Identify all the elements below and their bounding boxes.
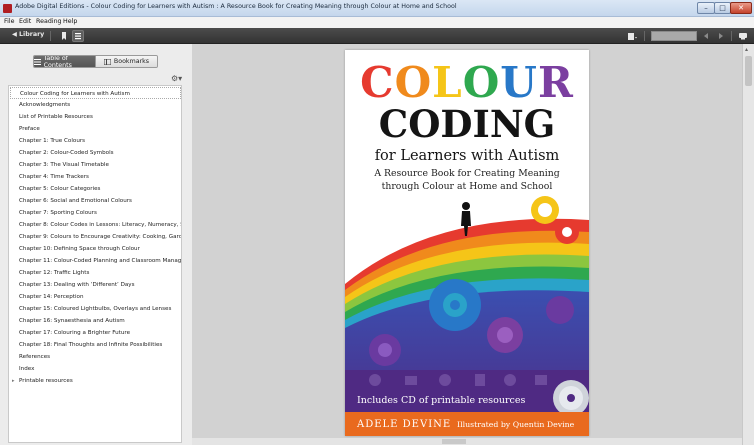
toc-toggle-button[interactable] xyxy=(72,30,84,42)
scroll-up-icon[interactable]: ▴ xyxy=(745,46,748,53)
book-cover[interactable]: COLOUR CODING for Learners with Autism A… xyxy=(345,50,589,436)
list-icon xyxy=(75,33,81,40)
view-mode-button[interactable] xyxy=(737,30,749,42)
toc-item[interactable]: Colour Coding for Learners with Autism xyxy=(10,87,181,99)
cover-description-line: A Resource Book for Creating Meaning xyxy=(374,168,560,179)
cover-title-letter: O xyxy=(462,58,501,107)
next-page-button[interactable] xyxy=(715,30,727,42)
toc-item[interactable]: Chapter 15: Coloured Lightbulbs, Overlay… xyxy=(19,303,171,315)
cover-title-coding: CODING xyxy=(378,102,556,146)
cover-cd-note: Includes CD of printable resources xyxy=(357,395,526,406)
toc-item[interactable]: Chapter 10: Defining Space through Colou… xyxy=(19,243,140,255)
toolbar-divider xyxy=(731,31,732,41)
cover-title-letter: C xyxy=(360,58,395,107)
minimize-button[interactable]: – xyxy=(697,2,715,14)
toc-item[interactable]: Chapter 16: Synaesthesia and Autism xyxy=(19,315,125,327)
cover-description-line: through Colour at Home and School xyxy=(381,181,553,192)
vertical-scrollbar[interactable]: ▴ xyxy=(742,44,754,445)
toc-item[interactable]: Chapter 11: Colour-Coded Planning and Cl… xyxy=(19,255,181,267)
toc-item[interactable]: Printable resources xyxy=(19,375,73,387)
cover-illustrator: Illustrated by Quentin Devine xyxy=(457,420,575,429)
toc-item[interactable]: Chapter 13: Dealing with ‘Different’ Day… xyxy=(19,279,135,291)
view-mode-icon xyxy=(739,33,747,40)
window-title: Adobe Digital Editions - Colour Coding f… xyxy=(15,3,457,10)
toc-item[interactable]: Chapter 6: Social and Emotional Colours xyxy=(19,195,132,207)
toc-item[interactable]: Chapter 12: Traffic Lights xyxy=(19,267,89,279)
toc-item[interactable]: Chapter 9: Colours to Encourage Creativi… xyxy=(19,231,181,243)
cover-subtitle: for Learners with Autism xyxy=(374,148,560,164)
toc-item[interactable]: Chapter 17: Colouring a Brighter Future xyxy=(19,327,130,339)
scrollbar-thumb[interactable] xyxy=(745,56,752,86)
toc-item[interactable]: Chapter 3: The Visual Timetable xyxy=(19,159,109,171)
menu-file[interactable]: File xyxy=(4,18,15,25)
menu-help[interactable]: Help xyxy=(63,18,77,25)
toolbar-divider xyxy=(644,31,645,41)
toc-item[interactable]: Index xyxy=(19,363,34,375)
cover-title-letter: L xyxy=(432,58,463,107)
page-options-button[interactable] xyxy=(626,30,638,42)
bookmarks-icon xyxy=(103,58,111,65)
cover-description: A Resource Book for Creating Meaning thr… xyxy=(345,167,589,193)
navigation-panel: Table of Contents Bookmarks ⚙▾ Colour Co… xyxy=(0,44,192,445)
maximize-button[interactable]: □ xyxy=(714,2,731,14)
toc-item[interactable]: Chapter 5: Colour Categories xyxy=(19,183,100,195)
expand-icon[interactable]: ▸ xyxy=(12,375,15,387)
page-number-field[interactable] xyxy=(651,31,697,41)
gear-icon[interactable]: ⚙▾ xyxy=(171,74,182,83)
close-button[interactable]: ✕ xyxy=(730,2,752,14)
tab-bookmarks[interactable]: Bookmarks xyxy=(95,56,157,67)
title-bar: Adobe Digital Editions - Colour Coding f… xyxy=(0,0,754,17)
bookmark-toggle-button[interactable] xyxy=(58,30,70,42)
page-options-icon xyxy=(628,33,637,40)
cover-title-letter: O xyxy=(394,58,433,107)
library-button[interactable]: ◀ Library xyxy=(12,31,44,38)
toc-item[interactable]: Chapter 1: True Colours xyxy=(19,135,85,147)
toc-item[interactable]: Chapter 18: Final Thoughts and Infinite … xyxy=(19,339,162,351)
panel-tabs: Table of Contents Bookmarks xyxy=(33,55,158,68)
toc-item[interactable]: Preface xyxy=(19,123,40,135)
toc-item[interactable]: Chapter 14: Perception xyxy=(19,291,84,303)
toc-item[interactable]: Acknowledgments xyxy=(19,99,70,111)
toc-item[interactable]: Chapter 8: Colour Codes in Lessons: Lite… xyxy=(19,219,181,231)
menu-bar: File Edit Reading Help xyxy=(0,17,754,28)
menu-edit[interactable]: Edit xyxy=(19,18,31,25)
tab-table-of-contents-label: Table of Contents xyxy=(43,55,72,68)
toc-list[interactable]: Colour Coding for Learners with Autism A… xyxy=(8,85,182,443)
menu-reading[interactable]: Reading xyxy=(36,18,62,25)
toc-item[interactable]: Chapter 2: Colour-Coded Symbols xyxy=(19,147,114,159)
cover-title-letter: R xyxy=(537,58,574,107)
adobe-digital-editions-icon xyxy=(3,4,12,13)
scrollbar-thumb[interactable] xyxy=(442,439,466,444)
chevron-right-icon xyxy=(719,33,723,39)
cover-title-letter: U xyxy=(500,58,538,107)
toolbar: ◀ Library xyxy=(0,28,754,44)
cover-title-colour: COLOUR xyxy=(345,59,589,107)
bookmark-icon xyxy=(62,32,66,40)
toc-item[interactable]: Chapter 7: Sporting Colours xyxy=(19,207,97,219)
tab-bookmarks-label: Bookmarks xyxy=(113,58,150,65)
chevron-left-icon xyxy=(704,33,708,39)
toolbar-divider xyxy=(50,31,51,41)
list-icon xyxy=(34,58,41,65)
horizontal-scrollbar[interactable] xyxy=(192,438,742,445)
tab-table-of-contents[interactable]: Table of Contents xyxy=(34,56,95,67)
cover-author: ADELE DEVINE xyxy=(357,419,452,430)
toc-item[interactable]: References xyxy=(19,351,50,363)
toc-item[interactable]: List of Printable Resources xyxy=(19,111,93,123)
previous-page-button[interactable] xyxy=(700,30,712,42)
toc-item[interactable]: Chapter 4: Time Trackers xyxy=(19,171,89,183)
